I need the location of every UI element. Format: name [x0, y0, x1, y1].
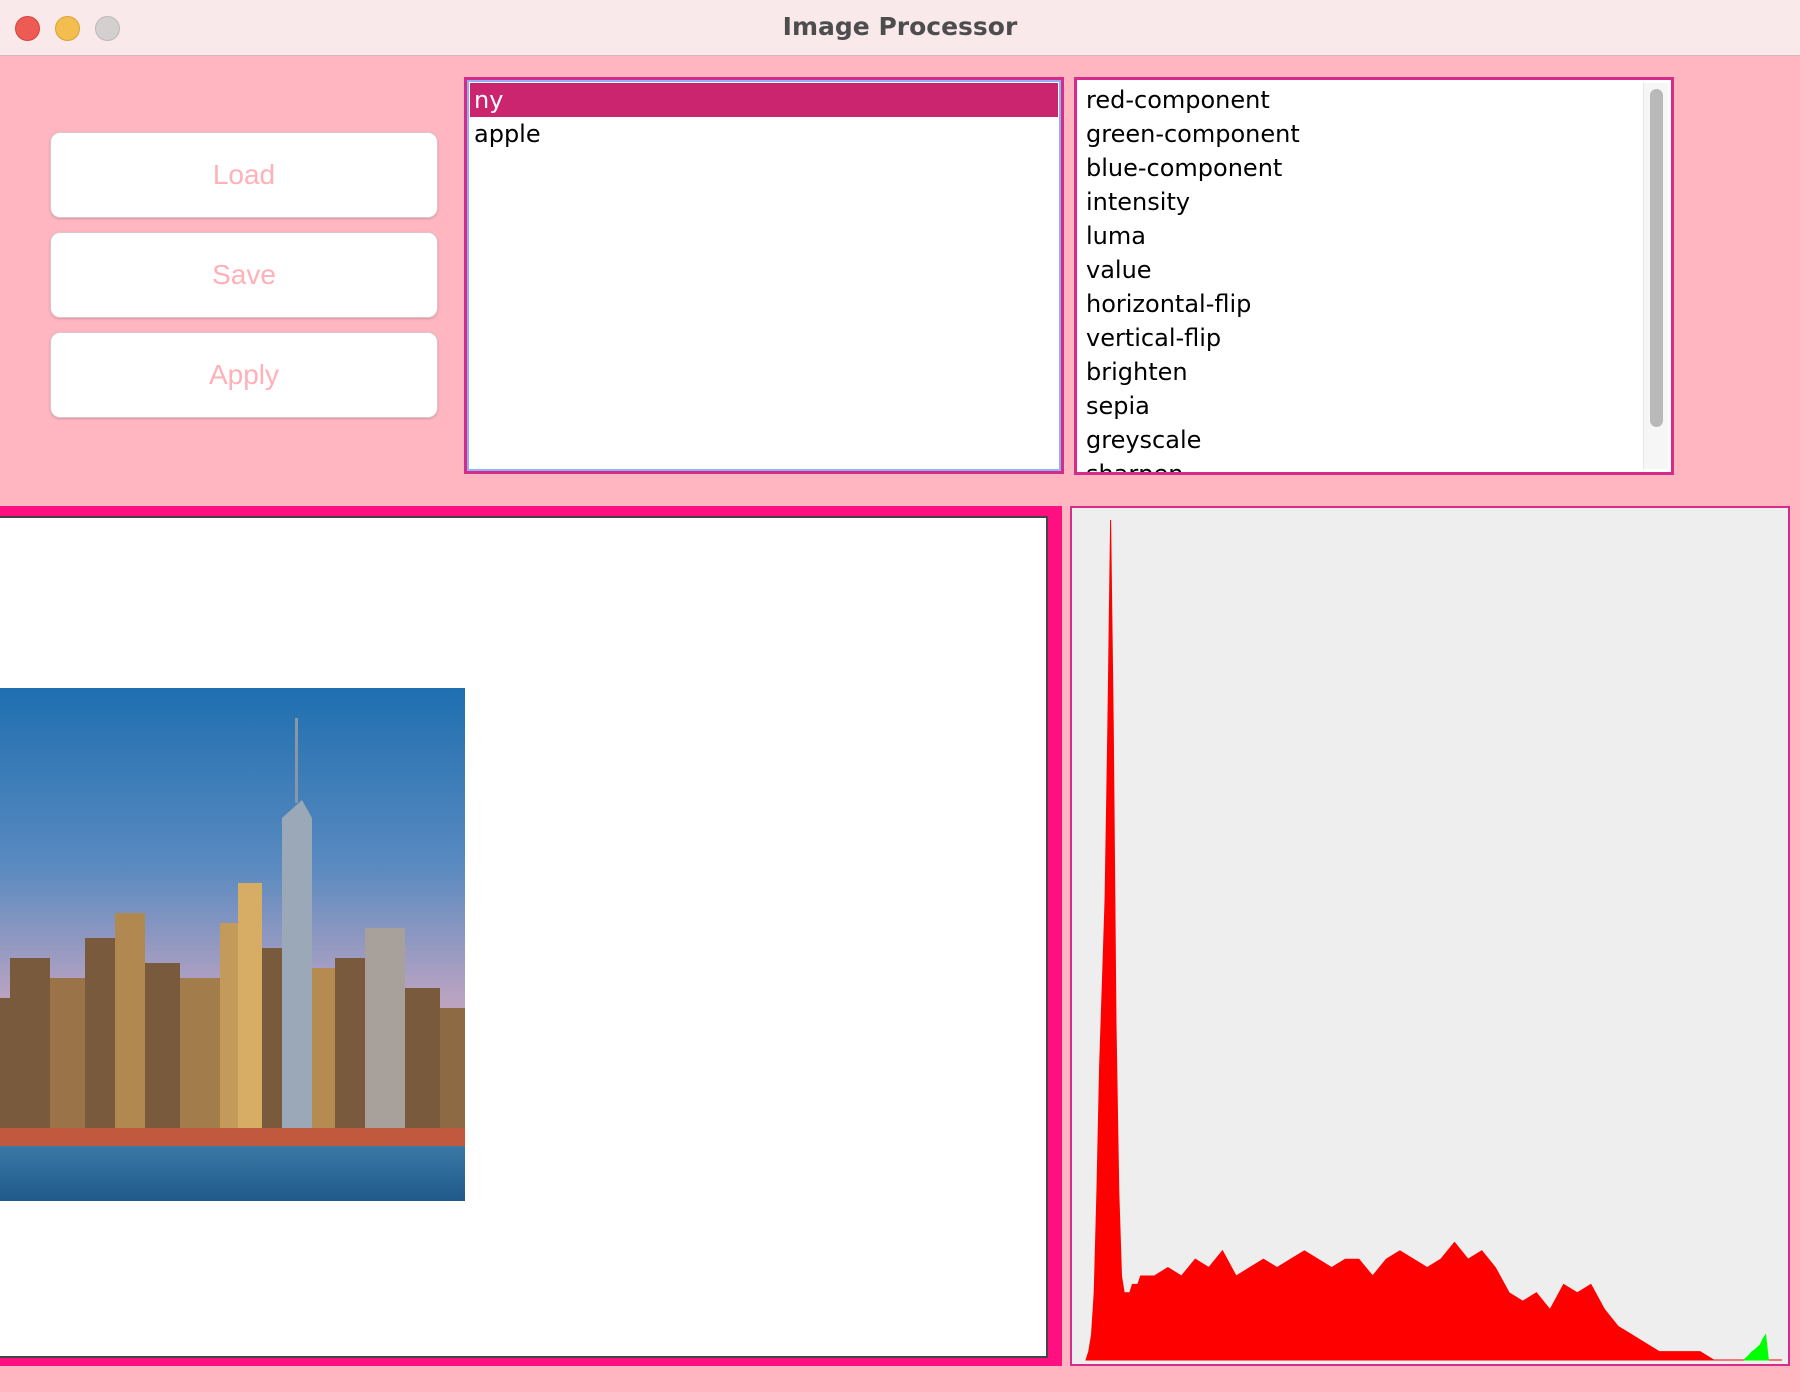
image-panel: [0, 506, 1062, 1366]
histogram-series-1: [1743, 1333, 1769, 1361]
operation-item[interactable]: red-component: [1082, 83, 1671, 117]
title-bar: Image Processor: [0, 0, 1800, 56]
image-list-item-ny[interactable]: ny: [470, 83, 1058, 117]
operation-item[interactable]: intensity: [1082, 185, 1671, 219]
scrollbar-thumb[interactable]: [1650, 89, 1663, 427]
image-list[interactable]: ny apple: [464, 77, 1064, 474]
histogram-chart: [1085, 519, 1782, 1361]
image-canvas: [0, 516, 1048, 1358]
operation-item[interactable]: sharpen: [1082, 457, 1671, 472]
operation-list[interactable]: red-component green-component blue-compo…: [1074, 77, 1674, 475]
operation-item[interactable]: greyscale: [1082, 423, 1671, 457]
operation-item[interactable]: horizontal-flip: [1082, 287, 1671, 321]
operation-item[interactable]: brighten: [1082, 355, 1671, 389]
save-button[interactable]: Save: [50, 232, 438, 318]
operation-item[interactable]: luma: [1082, 219, 1671, 253]
operation-item[interactable]: vertical-flip: [1082, 321, 1671, 355]
image-list-item-apple[interactable]: apple: [470, 117, 1058, 151]
operation-item[interactable]: sepia: [1082, 389, 1671, 423]
operation-list-scrollbar[interactable]: [1643, 83, 1668, 469]
load-button[interactable]: Load: [50, 132, 438, 218]
histogram-series-0: [1085, 519, 1782, 1361]
histogram-panel: [1070, 506, 1790, 1366]
operation-item[interactable]: green-component: [1082, 117, 1671, 151]
window-title: Image Processor: [782, 12, 1018, 41]
city-skyline-image: [0, 688, 465, 1201]
operation-item[interactable]: value: [1082, 253, 1671, 287]
operation-item[interactable]: blue-component: [1082, 151, 1671, 185]
apply-button[interactable]: Apply: [50, 332, 438, 418]
